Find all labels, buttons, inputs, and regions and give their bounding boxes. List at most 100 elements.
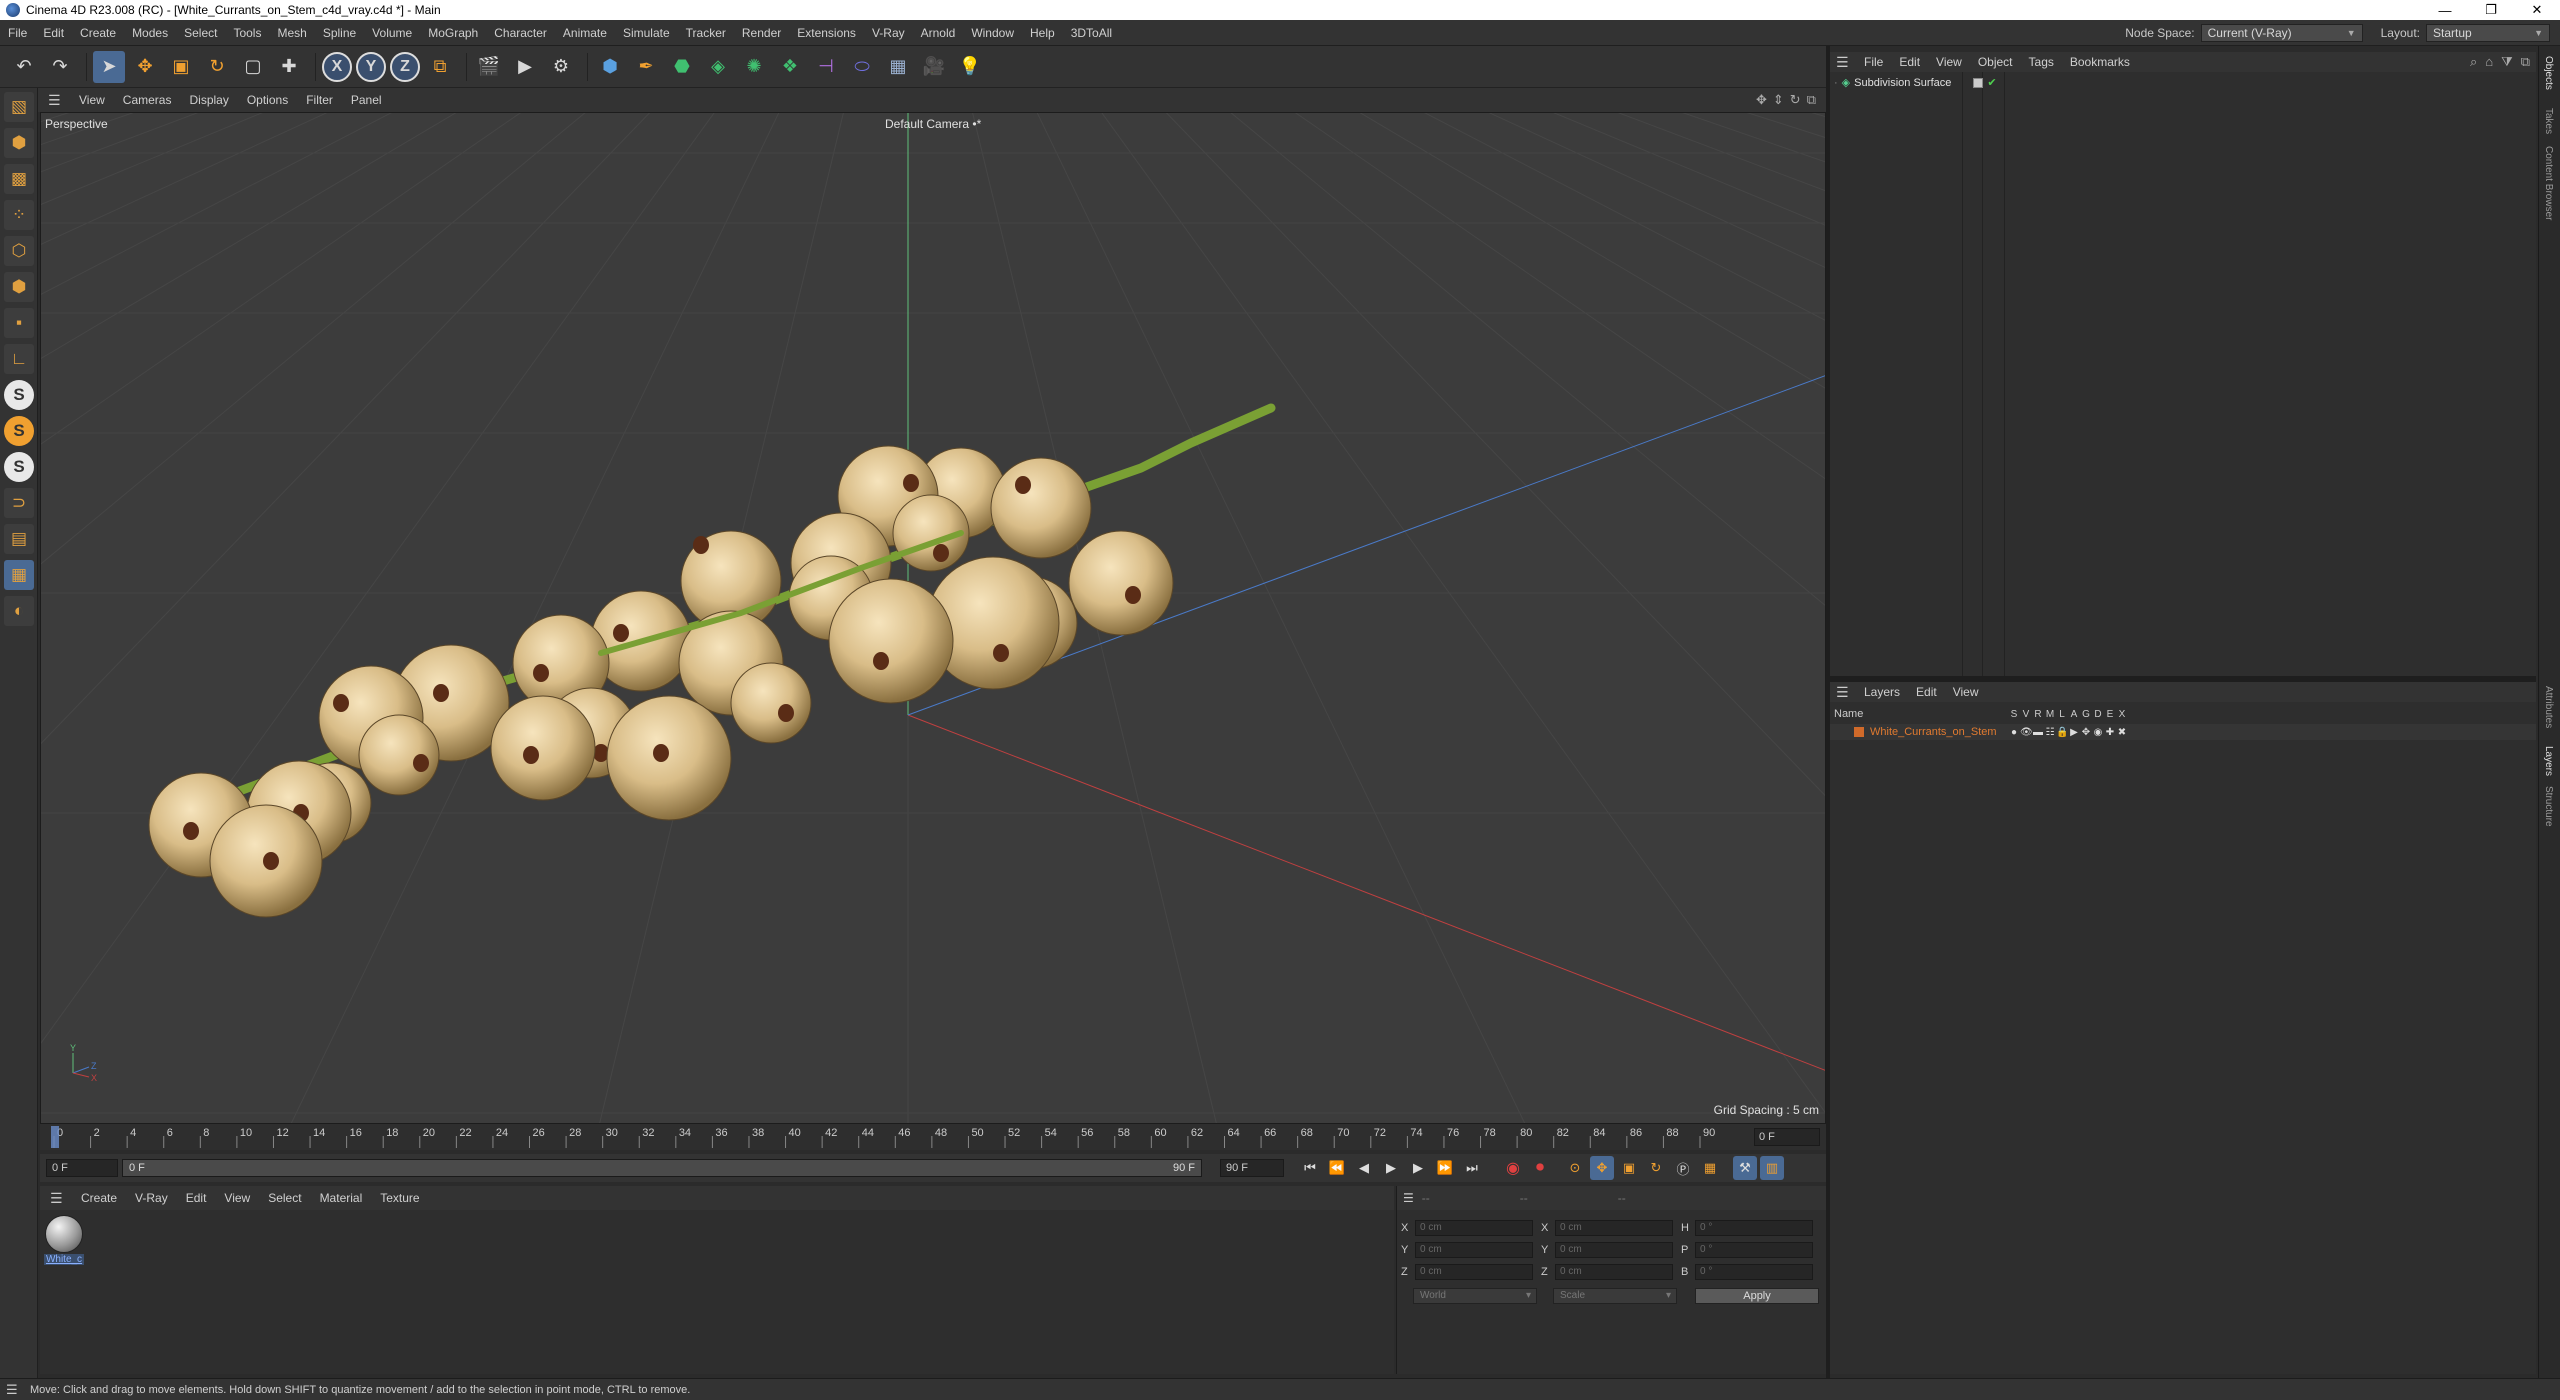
light-icon[interactable]: 💡 [954,51,986,83]
render-icon[interactable]: ▬ [2032,727,2044,738]
go-to-start-button[interactable]: ⏮ [1298,1156,1322,1180]
go-to-end-button[interactable]: ⏭ [1460,1156,1484,1180]
rotate-icon[interactable]: ↻ [201,51,233,83]
hamburger-icon[interactable]: ☰ [1836,54,1852,71]
layer-color-swatch[interactable] [1854,727,1864,737]
current-frame-field[interactable]: 0 F [1754,1128,1820,1146]
menu-simulate[interactable]: Simulate [615,26,678,40]
locked-workplane-icon[interactable]: ◐ [4,596,34,626]
uv-mode-icon[interactable]: ▪ [4,308,34,338]
previous-frame-button[interactable]: ◀ [1352,1156,1376,1180]
toggle-view-icon[interactable]: ⧉ [1807,92,1816,108]
viewport-menu-panel[interactable]: Panel [342,93,391,107]
viewport-menu-options[interactable]: Options [238,93,297,107]
generators-icon[interactable]: ✥ [2080,727,2092,738]
rotate-view-icon[interactable]: ↻ [1790,92,1801,108]
menu-help[interactable]: Help [1022,26,1063,40]
key-position-icon[interactable]: ✥ [1590,1156,1614,1180]
expressions-icon[interactable]: ✚ [2104,727,2116,738]
keyframe-selection-icon[interactable]: ⊙ [1563,1156,1587,1180]
viewport-menu-cameras[interactable]: Cameras [114,93,181,107]
layout-dropdown[interactable]: Startup ▼ [2426,24,2550,42]
magnet-icon[interactable]: ⊃ [4,488,34,518]
menu-mograph[interactable]: MoGraph [420,26,486,40]
viewport-camera-name[interactable]: Default Camera •* [885,117,981,131]
object-menu-view[interactable]: View [1928,55,1970,69]
next-frame-button[interactable]: ▶ [1406,1156,1430,1180]
object-row[interactable]: · ◈ Subdivision Surface ✔ [1834,76,1997,90]
material-swatch[interactable]: White_c [44,1214,84,1266]
material-menu-texture[interactable]: Texture [371,1191,428,1205]
minimize-button[interactable]: — [2422,0,2468,20]
render-region-icon[interactable]: 🎬 [473,51,505,83]
menu-animate[interactable]: Animate [555,26,615,40]
start-frame-field[interactable]: 0 F [46,1159,118,1177]
autokey-icon[interactable]: ◉ [1501,1156,1525,1180]
menu-render[interactable]: Render [734,26,789,40]
maximize-button[interactable]: ❐ [2468,0,2514,20]
floor-icon[interactable]: ▦ [882,51,914,83]
menu-modes[interactable]: Modes [124,26,176,40]
viewport-menu-display[interactable]: Display [180,93,237,107]
redo-icon[interactable]: ↷ [44,51,76,83]
hamburger-icon[interactable]: ☰ [50,1190,66,1207]
size-y-field[interactable]: 0 cm [1555,1242,1673,1258]
filter-icon[interactable]: ⧩ [2501,54,2513,70]
material-menu-material[interactable]: Material [311,1191,372,1205]
size-x-field[interactable]: 0 cm [1555,1220,1673,1236]
cube-icon[interactable]: ⬢ [594,51,626,83]
object-menu-file[interactable]: File [1856,55,1891,69]
next-key-button[interactable]: ⏩ [1433,1156,1457,1180]
viewport-menu-view[interactable]: View [70,93,114,107]
deformer-icon[interactable]: ❖ [774,51,806,83]
deformers-icon[interactable]: ◉ [2092,727,2104,738]
rotation-b-field[interactable]: 0 ° [1695,1264,1813,1280]
select-icon[interactable]: ➤ [93,50,125,83]
points-mode-icon[interactable]: ⁘ [4,200,34,230]
pen-icon[interactable]: ✒ [630,51,662,83]
menu-window[interactable]: Window [963,26,1022,40]
search-icon[interactable]: ⌕ [2470,54,2477,70]
key-rotation-icon[interactable]: ↻ [1644,1156,1668,1180]
hamburger-icon[interactable]: ☰ [6,1382,26,1398]
enabled-check-icon[interactable]: ✔ [1987,76,1996,89]
menu-v-ray[interactable]: V-Ray [864,26,913,40]
side-tab-takes[interactable]: Takes [2543,108,2554,134]
menu-spline[interactable]: Spline [315,26,364,40]
field-icon[interactable]: ⊣ [810,51,842,83]
home-icon[interactable]: ⌂ [2485,54,2493,70]
key-pla-icon[interactable]: ▦ [1698,1156,1722,1180]
menu-volume[interactable]: Volume [364,26,420,40]
hamburger-icon[interactable]: ☰ [1403,1191,1414,1205]
side-tab-attributes[interactable]: Attributes [2543,686,2554,728]
render-settings-icon[interactable]: ⚙ [545,51,577,83]
fcurve-icon[interactable]: ▥ [1760,1156,1784,1180]
hamburger-icon[interactable]: ☰ [1836,684,1852,701]
material-menu-v-ray[interactable]: V-Ray [126,1191,177,1205]
play-button[interactable]: ▶ [1379,1156,1403,1180]
coordinate-mode-select[interactable]: Scale ▾ [1553,1288,1677,1304]
position-y-field[interactable]: 0 cm [1415,1242,1533,1258]
key-scale-icon[interactable]: ▣ [1617,1156,1641,1180]
edges-mode-icon[interactable]: ⬡ [4,236,34,266]
hamburger-icon[interactable]: ☰ [48,92,64,109]
menu-mesh[interactable]: Mesh [269,26,314,40]
grid-icon[interactable]: ▦ [4,560,34,590]
object-menu-bookmarks[interactable]: Bookmarks [2062,55,2138,69]
animation-icon[interactable]: ▶ [2068,727,2080,738]
expand-icon[interactable]: · [1834,77,1838,89]
snap-icon[interactable]: S [4,380,34,410]
white-currants-model[interactable] [148,403,1276,918]
menu-edit[interactable]: Edit [35,26,72,40]
material-menu-edit[interactable]: Edit [177,1191,216,1205]
new-window-icon[interactable]: ⧉ [2521,54,2530,70]
side-tab-layers[interactable]: Layers [2543,746,2554,776]
workplane-icon[interactable]: ▤ [4,524,34,554]
material-menu-select[interactable]: Select [259,1191,310,1205]
move-icon[interactable]: ✥ [129,51,161,83]
size-z-field[interactable]: 0 cm [1555,1264,1673,1280]
key-parameter-icon[interactable]: Ⓟ [1671,1156,1695,1180]
axis-y-lock-button[interactable]: Y [356,51,386,82]
snap-settings-icon[interactable]: S [4,416,34,446]
coordinate-space-select[interactable]: World ▾ [1413,1288,1537,1304]
